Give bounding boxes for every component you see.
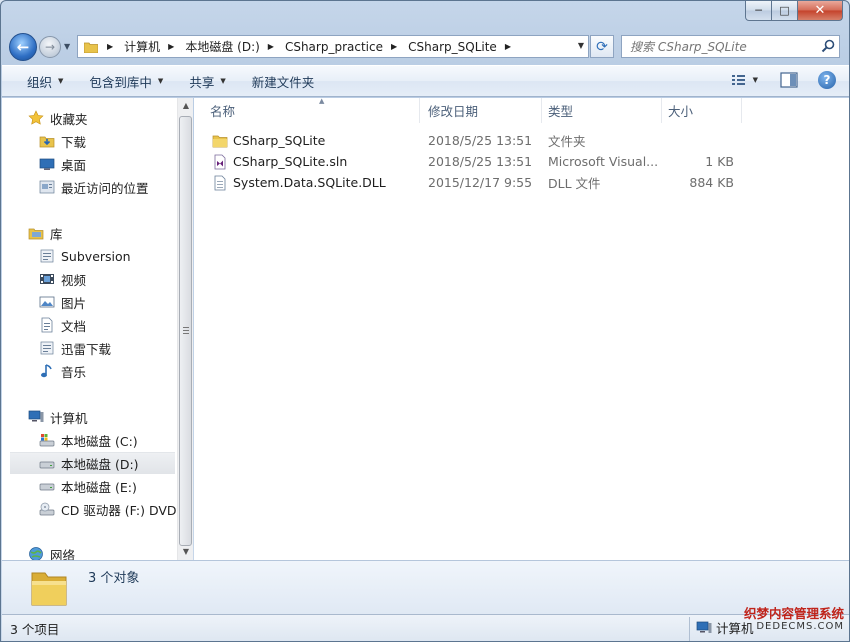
nav-pictures[interactable]: 图片: [39, 291, 86, 313]
file-list: ▲ 名称 修改日期 类型 大小 CSharp_SQLite 2018/5/25 …: [194, 97, 849, 560]
scroll-down-arrow[interactable]: ▼: [178, 544, 194, 560]
breadcrumb-csharp-sqlite[interactable]: CSharp_SQLite ▶: [406, 36, 520, 57]
nav-music[interactable]: 音乐: [39, 360, 86, 382]
explorer-window: ─ □ ✕ ← → ▼ ▶ 计算机 ▶ 本地磁盘 (D:) ▶ CSharp_pra…: [0, 0, 850, 642]
subversion-library-icon: [40, 249, 54, 263]
network-icon: [29, 547, 43, 560]
breadcrumb-separator[interactable]: ▶: [102, 36, 122, 57]
scroll-thumb[interactable]: [179, 116, 192, 546]
command-bar: 组织 ▼ 包含到库中 ▼ 共享 ▼ 新建文件夹 ▼ ?: [2, 65, 849, 97]
maximize-button[interactable]: □: [772, 1, 798, 21]
help-button[interactable]: ?: [818, 71, 836, 89]
arrow-right-icon: →: [44, 40, 56, 54]
nav-network[interactable]: 网络: [28, 543, 75, 560]
documents-icon: [41, 317, 53, 333]
refresh-button[interactable]: ⟳: [590, 35, 614, 58]
nav-drive-d[interactable]: 本地磁盘 (D:): [10, 452, 175, 474]
chevron-down-icon: ▼: [220, 77, 226, 85]
computer-icon: [28, 410, 44, 422]
downloads-folder-icon: [39, 136, 55, 148]
view-controls: ▼ ?: [731, 71, 836, 89]
dll-file-icon: [214, 175, 226, 190]
preview-pane-icon[interactable]: [780, 72, 798, 88]
visual-studio-solution-icon: [214, 154, 226, 169]
status-bar: 3 个项目 计算机 织梦内容管理系统 DEDECMS.COM: [2, 607, 849, 641]
nav-downloads[interactable]: 下载: [39, 130, 86, 152]
libraries-icon: [28, 228, 44, 240]
computer-icon: [696, 621, 712, 633]
file-row[interactable]: CSharp_SQLite 2018/5/25 13:51 文件夹: [208, 130, 738, 151]
search-icon[interactable]: [821, 39, 835, 53]
desktop-icon: [39, 158, 55, 170]
forward-button[interactable]: →: [39, 36, 61, 58]
status-separator: [689, 617, 690, 641]
include-in-library-button[interactable]: 包含到库中 ▼: [80, 70, 172, 92]
file-row[interactable]: System.Data.SQLite.DLL 2015/12/17 9:55 D…: [208, 172, 738, 193]
organize-button[interactable]: 组织 ▼: [18, 70, 72, 92]
pictures-icon: [39, 296, 55, 308]
nav-thunder-downloads[interactable]: 迅雷下载: [39, 337, 111, 359]
sort-ascending-icon: ▲: [319, 97, 325, 105]
watermark: 织梦内容管理系统 DEDECMS.COM: [743, 606, 844, 632]
nav-drive-f[interactable]: CD 驱动器 (F:) DVD1: [39, 498, 178, 520]
search-box[interactable]: [621, 35, 840, 58]
caption-buttons: ─ □ ✕: [745, 1, 843, 21]
breadcrumb-drive-d[interactable]: 本地磁盘 (D:) ▶: [183, 36, 283, 57]
nav-libraries[interactable]: 库: [28, 222, 63, 244]
breadcrumb-computer[interactable]: 计算机 ▶: [122, 36, 183, 57]
chevron-down-icon: ▼: [157, 77, 164, 85]
object-count: 3 个对象: [88, 571, 140, 586]
drive-icon: [39, 483, 55, 491]
column-header-name[interactable]: ▲ 名称: [204, 97, 420, 123]
share-button[interactable]: 共享 ▼: [180, 70, 234, 92]
details-pane: 3 个对象: [2, 560, 849, 614]
video-icon: [40, 274, 54, 284]
search-input[interactable]: [630, 39, 810, 54]
navigation-pane-scrollbar[interactable]: ▲ ▼: [177, 98, 193, 560]
nav-favorites[interactable]: 收藏夹: [28, 107, 88, 129]
thunder-library-icon: [40, 341, 54, 355]
folder-icon: [212, 135, 228, 147]
chevron-down-icon: ▼: [752, 76, 758, 84]
column-header-size[interactable]: 大小: [662, 98, 742, 123]
view-list-icon: [731, 75, 745, 85]
grip-icon: [183, 327, 189, 334]
nav-videos[interactable]: 视频: [39, 268, 86, 290]
new-folder-button[interactable]: 新建文件夹: [243, 70, 324, 92]
nav-desktop[interactable]: 桌面: [39, 153, 86, 175]
address-bar[interactable]: ▶ 计算机 ▶ 本地磁盘 (D:) ▶ CSharp_practice ▶ CShar…: [77, 35, 589, 58]
folder-icon: [31, 572, 67, 606]
nav-subversion[interactable]: Subversion: [39, 245, 131, 267]
chevron-down-icon: ▼: [58, 77, 64, 85]
item-count: 3 个项目: [10, 622, 60, 637]
file-row[interactable]: CSharp_SQLite.sln 2018/5/25 13:51 Micros…: [208, 151, 738, 172]
folder-icon: [84, 42, 98, 53]
nav-drive-e[interactable]: 本地磁盘 (E:): [39, 475, 137, 497]
address-dropdown[interactable]: ▼: [578, 41, 584, 50]
system-drive-icon: [39, 434, 55, 447]
nav-drive-c[interactable]: 本地磁盘 (C:): [39, 429, 138, 451]
close-button[interactable]: ✕: [798, 1, 843, 21]
navigation-buttons: ← → ▼: [9, 33, 70, 61]
recent-places-icon: [39, 180, 55, 194]
navigation-pane: 收藏夹 下载 桌面 最近访问的位置 库 Subversion 视频 图片 文档 …: [2, 98, 178, 560]
back-button[interactable]: ←: [9, 33, 37, 61]
column-header-type[interactable]: 类型: [542, 98, 662, 123]
arrow-left-icon: ←: [16, 38, 30, 56]
nav-documents[interactable]: 文档: [39, 314, 86, 336]
nav-recent-places[interactable]: 最近访问的位置: [39, 176, 149, 198]
music-note-icon: [41, 364, 52, 378]
recent-pages-dropdown[interactable]: ▼: [64, 42, 70, 51]
drive-icon: [39, 461, 55, 468]
nav-computer[interactable]: 计算机: [28, 406, 88, 428]
scroll-up-arrow[interactable]: ▲: [178, 98, 194, 114]
refresh-icon: ⟳: [596, 38, 608, 55]
view-options-button[interactable]: ▼: [731, 73, 758, 87]
column-header-date[interactable]: 修改日期: [422, 98, 542, 123]
star-icon: [28, 110, 44, 125]
cd-drive-icon: [39, 502, 55, 516]
breadcrumb-csharp-practice[interactable]: CSharp_practice ▶: [283, 36, 406, 57]
minimize-button[interactable]: ─: [745, 1, 772, 21]
